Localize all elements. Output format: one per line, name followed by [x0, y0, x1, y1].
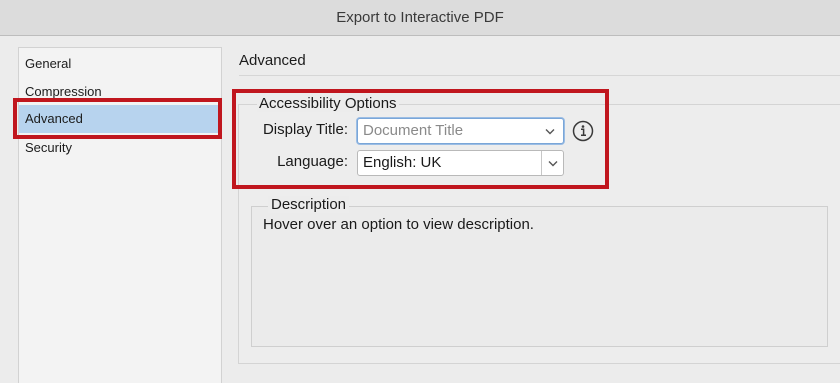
chevron-down-icon [539, 119, 561, 143]
language-select[interactable]: English: UK [357, 150, 564, 176]
sidebar-item-security[interactable]: Security [19, 134, 221, 162]
chevron-down-icon [541, 151, 563, 175]
sidebar-item-compression[interactable]: Compression [19, 78, 221, 106]
heading-divider [239, 75, 840, 76]
sidebar-item-label: Compression [25, 84, 102, 99]
sidebar-item-advanced[interactable]: Advanced [19, 105, 221, 133]
display-title-select[interactable]: Document Title [357, 118, 564, 144]
sidebar-item-general[interactable]: General [19, 50, 221, 78]
window-title-bar: Export to Interactive PDF [0, 0, 840, 36]
language-value: English: UK [363, 154, 442, 171]
description-text: Hover over an option to view description… [263, 216, 534, 233]
sidebar: General Compression Advanced Security [18, 47, 222, 383]
display-title-value: Document Title [363, 122, 464, 139]
sidebar-item-label: Security [25, 140, 72, 155]
page-title: Advanced [239, 52, 306, 69]
info-circle-icon[interactable] [572, 120, 594, 142]
description-title: Description [268, 196, 350, 213]
window-title: Export to Interactive PDF [336, 9, 504, 26]
sidebar-item-label: General [25, 56, 72, 71]
language-label: Language: [277, 153, 348, 170]
sidebar-item-label: Advanced [25, 111, 83, 126]
accessibility-options-title: Accessibility Options [257, 95, 399, 112]
display-title-label: Display Title: [262, 121, 348, 138]
